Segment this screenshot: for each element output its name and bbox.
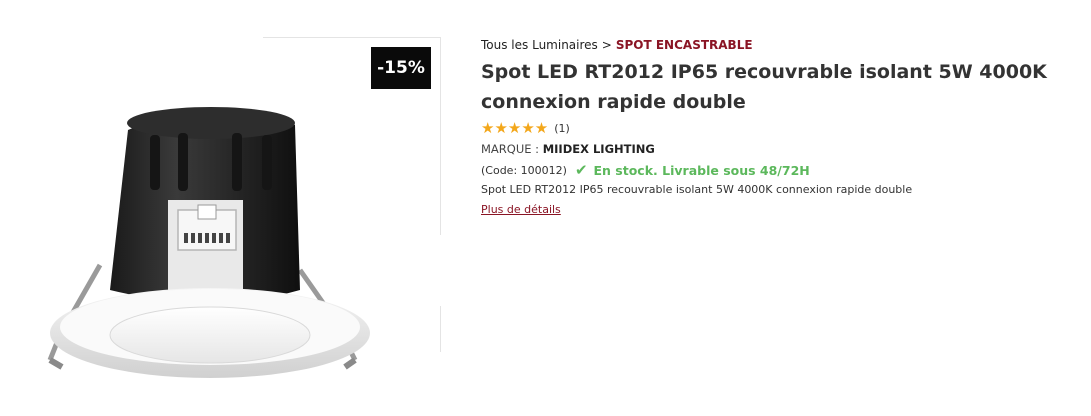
product-info: Tous les Luminaires > SPOT ENCASTRABLE Spo… bbox=[481, 37, 1071, 218]
availability: (Code: 100012) ✔ En stock. Livrable sous… bbox=[481, 161, 1071, 179]
image-frame-right bbox=[440, 37, 441, 235]
brand: MARQUE : MIIDEX LIGHTING bbox=[481, 141, 1071, 157]
breadcrumb-current-link[interactable]: SPOT ENCASTRABLE bbox=[616, 38, 753, 52]
product-title: Spot LED RT2012 IP65 recouvrable isolant… bbox=[481, 57, 1071, 117]
rating[interactable]: ★★★★★ (1) bbox=[481, 119, 1071, 137]
image-frame-top bbox=[263, 37, 441, 38]
star-icon: ★★★★★ bbox=[481, 119, 549, 137]
product-title-line2: connexion rapide double bbox=[481, 91, 746, 113]
check-icon: ✔ bbox=[574, 161, 588, 179]
product-image[interactable] bbox=[0, 95, 440, 405]
product-code: (Code: 100012) bbox=[481, 163, 567, 177]
breadcrumb: Tous les Luminaires > SPOT ENCASTRABLE bbox=[481, 37, 1071, 53]
more-details-link[interactable]: Plus de détails bbox=[481, 202, 561, 218]
stock-status: En stock. Livrable sous 48/72H bbox=[593, 162, 810, 178]
rating-count[interactable]: (1) bbox=[554, 122, 570, 135]
breadcrumb-separator: > bbox=[601, 38, 612, 52]
brand-label: MARQUE : bbox=[481, 142, 540, 156]
product-title-line1: Spot LED RT2012 IP65 recouvrable isolant… bbox=[481, 61, 1047, 83]
image-frame-right-lower bbox=[440, 306, 441, 352]
breadcrumb-parent-link[interactable]: Tous les Luminaires bbox=[481, 38, 598, 52]
product-description: Spot LED RT2012 IP65 recouvrable isolant… bbox=[481, 183, 913, 196]
discount-badge: -15% bbox=[371, 47, 431, 89]
brand-name[interactable]: MIIDEX LIGHTING bbox=[543, 142, 655, 156]
